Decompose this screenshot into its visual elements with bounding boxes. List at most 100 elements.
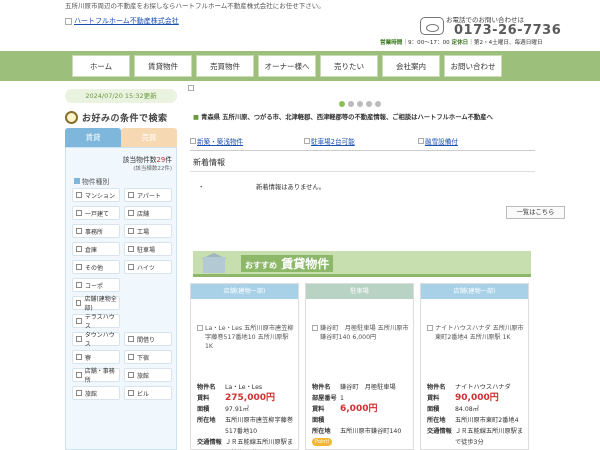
spec-value: 五所川原市唐笠柳字藤巻517番地10 — [225, 417, 294, 435]
spec-key: 面積 — [427, 406, 440, 413]
checkbox-icon[interactable] — [76, 192, 82, 198]
type-checkbox[interactable]: 下宿 — [124, 350, 172, 364]
type-checkbox[interactable]: 旅館 — [124, 368, 172, 382]
property-image[interactable]: ナイトハウスハナダ 五所川原市東町2番地4 五所川原駅 1K — [427, 324, 527, 342]
property-image[interactable]: La・Le・Les 五所川原市唐笠柳字藤巻517番地10 五所川原駅 1K — [197, 324, 297, 351]
checkbox-icon[interactable] — [128, 264, 134, 270]
type-row: マンション アパート — [72, 188, 172, 202]
spec-row: 交通情報 ＪＲ五能線五所川原駅まで徒歩3分 — [427, 426, 527, 448]
checkbox-icon[interactable] — [128, 192, 134, 198]
spec-key: 所在地 — [197, 417, 216, 424]
type-checkbox[interactable]: タウンハウス — [72, 332, 120, 348]
nav-item-0[interactable]: ホーム — [72, 55, 130, 77]
square-bullet-icon — [74, 178, 80, 184]
checkbox-icon[interactable] — [76, 300, 82, 306]
type-checkbox[interactable]: 事務所 — [72, 224, 120, 238]
type-checkbox[interactable]: ビル — [124, 386, 172, 400]
checkbox-icon[interactable] — [76, 318, 82, 324]
news-message: 新着情報はありません。 — [256, 184, 326, 191]
checkbox-icon[interactable] — [76, 246, 82, 252]
card-category: 店舗(建物一部) — [191, 284, 298, 299]
spec-row: 賃料 6,000円 — [312, 404, 412, 415]
nav-item-1[interactable]: 賃貸物件 — [134, 55, 192, 77]
checkbox-icon[interactable] — [76, 264, 82, 270]
checkbox-icon[interactable] — [128, 246, 134, 252]
spec-key: 部屋番号 — [312, 395, 337, 402]
type-checkbox[interactable]: マンション — [72, 188, 120, 202]
phone-number[interactable]: 0173-26-7736 — [454, 23, 561, 38]
checkbox-icon[interactable] — [76, 228, 82, 234]
checkbox-icon[interactable] — [76, 354, 82, 360]
type-checkbox[interactable]: ハイツ — [124, 260, 172, 274]
search-title: お好みの条件で検索 — [82, 113, 168, 124]
type-label: ハイツ — [137, 264, 155, 272]
type-label: その他 — [85, 264, 104, 272]
nav-item-3[interactable]: オーナー様へ — [258, 55, 316, 77]
type-checkbox[interactable]: 駐車場 — [124, 242, 172, 256]
property-cards: 店舗(建物一部) La・Le・Les 五所川原市唐笠柳字藤巻517番地10 五所川… — [190, 283, 529, 450]
broken-image-icon — [304, 138, 310, 144]
type-checkbox[interactable]: アパート — [124, 188, 172, 202]
spec-value: La・Le・Les — [225, 384, 263, 391]
checkbox-icon[interactable] — [128, 336, 134, 342]
checkbox-icon[interactable] — [128, 372, 134, 378]
property-card[interactable]: 店舗(建物一部) ナイトハウスハナダ 五所川原市東町2番地4 五所川原駅 1K 物件… — [420, 283, 529, 450]
tab-sale[interactable]: 売買 — [121, 128, 177, 147]
tab-rent[interactable]: 賃貸 — [65, 128, 121, 147]
type-checkbox[interactable]: 店舗・事務所 — [72, 368, 120, 384]
checkbox-icon[interactable] — [76, 372, 82, 378]
type-label: コーポ — [85, 282, 104, 290]
checkbox-icon[interactable] — [76, 282, 82, 288]
type-row: テラスハウス — [72, 314, 172, 330]
checkbox-icon[interactable] — [76, 210, 82, 216]
type-row: その他 ハイツ — [72, 260, 172, 274]
spec-row: 賃料 275,000円 — [197, 393, 297, 404]
property-image[interactable]: 鎌谷町 月極駐車場 五所川原市鎌谷町140 6,000円 — [312, 324, 412, 342]
type-checkbox[interactable]: テラスハウス — [72, 314, 120, 330]
type-checkbox[interactable]: 寮 — [72, 350, 120, 364]
nav-item-5[interactable]: 会社案内 — [382, 55, 440, 77]
type-checkbox[interactable]: 倉庫 — [72, 242, 120, 256]
type-label: 事務所 — [85, 228, 104, 236]
slider-dot[interactable] — [348, 101, 354, 107]
type-checkbox[interactable]: 一戸建て — [72, 206, 120, 220]
type-checkbox[interactable]: 工場 — [124, 224, 172, 238]
feature-link-2[interactable]: 融雪設備付 — [418, 136, 532, 146]
checkbox-icon[interactable] — [76, 336, 82, 342]
feature-link-0[interactable]: 新築・築浅物件 — [190, 136, 304, 146]
property-card[interactable]: 店舗(建物一部) La・Le・Les 五所川原市唐笠柳字藤巻517番地10 五所川… — [190, 283, 299, 450]
type-checkbox[interactable]: 店舗 — [124, 206, 172, 220]
type-label: アパート — [137, 192, 161, 200]
checkbox-icon[interactable] — [128, 390, 134, 396]
type-row: 倉庫 駐車場 — [72, 242, 172, 256]
feature-link-1[interactable]: 駐車場2台可能 — [304, 136, 418, 146]
slider-dot[interactable] — [339, 101, 345, 107]
slider-dot[interactable] — [375, 101, 381, 107]
checkbox-icon[interactable] — [128, 354, 134, 360]
slider-dot[interactable] — [357, 101, 363, 107]
spec-row: 面積 84.08㎡ — [427, 404, 527, 415]
checkbox-icon[interactable] — [76, 390, 82, 396]
property-card[interactable]: 駐車場 鎌谷町 月極駐車場 五所川原市鎌谷町140 6,000円 物件名 鎌谷町 月極… — [305, 283, 414, 450]
type-label: 倉庫 — [85, 246, 98, 254]
company-logo[interactable]: ハートフルホーム不動産株式会社 — [65, 16, 179, 26]
checkbox-icon[interactable] — [128, 228, 134, 234]
type-label: タウンハウス — [84, 332, 115, 348]
news-more-button[interactable]: 一覧はこちら — [506, 206, 565, 219]
slider-dot[interactable] — [366, 101, 372, 107]
type-checkbox[interactable]: 間借り — [124, 332, 172, 346]
spec-value: ナイトハウスハナダ — [455, 384, 511, 391]
nav-item-6[interactable]: お問い合わせ — [444, 55, 502, 77]
checkbox-icon[interactable] — [128, 210, 134, 216]
type-checkbox[interactable]: コーポ — [72, 278, 120, 292]
type-checkbox[interactable]: 旅館 — [72, 386, 120, 400]
nav-item-2[interactable]: 売買物件 — [196, 55, 254, 77]
updated-date: 2024/07/20 15:32更新 — [65, 89, 177, 103]
nav-item-4[interactable]: 売りたい — [320, 55, 378, 77]
type-checkbox[interactable]: 店舗(建物全部) — [72, 296, 120, 312]
spec-row: 所在地 五所川原市鎌谷町140 — [312, 426, 412, 437]
spec-key: 賃料 — [312, 406, 325, 413]
type-checkbox[interactable]: その他 — [72, 260, 120, 274]
type-label: 一戸建て — [85, 210, 110, 218]
search-panel: 該当物件数29件 (該当棟数22件) 物件種別 マンション アパート 一戸建て 店舗事… — [65, 147, 177, 450]
